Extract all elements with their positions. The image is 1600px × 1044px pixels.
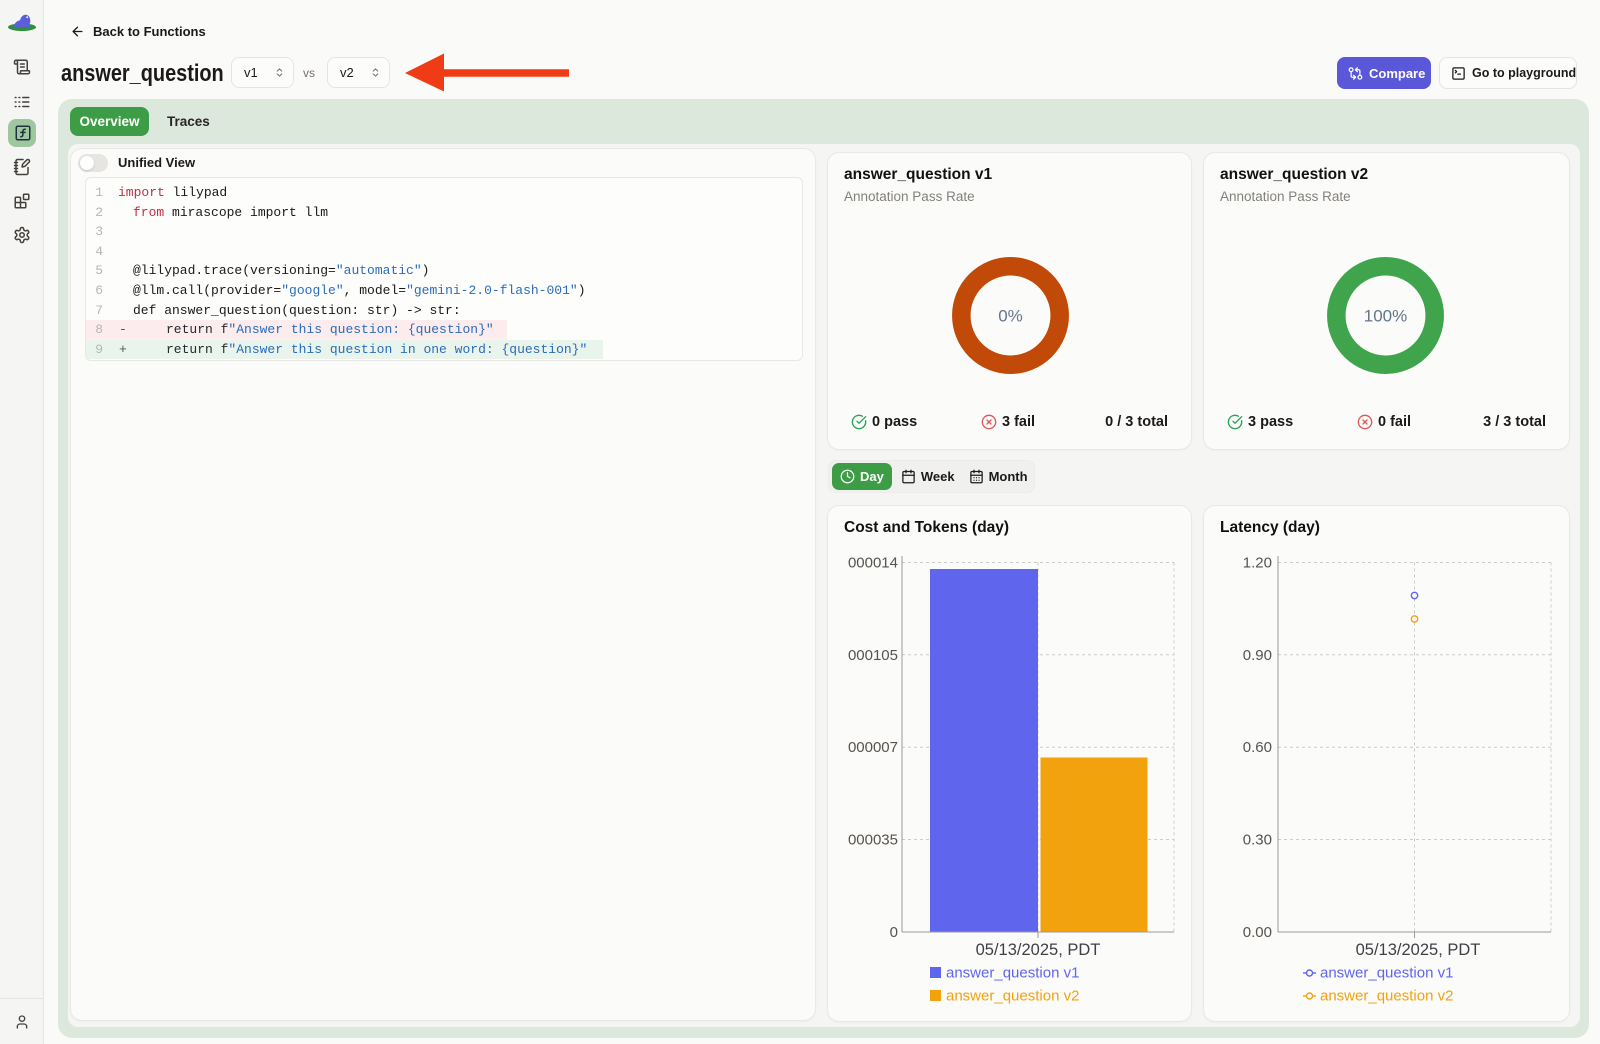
svg-text:answer_question v1: answer_question v1	[1320, 965, 1453, 982]
svg-text:000035: 000035	[848, 832, 898, 849]
svg-text:answer_question v2: answer_question v2	[946, 988, 1079, 1005]
svg-text:answer_question v2: answer_question v2	[1320, 988, 1453, 1005]
svg-text:0.90: 0.90	[1243, 647, 1272, 664]
svg-text:answer_question v1: answer_question v1	[946, 965, 1079, 982]
svg-text:100%: 100%	[1364, 307, 1407, 326]
svg-text:0: 0	[890, 924, 898, 941]
svg-text:0%: 0%	[998, 307, 1023, 326]
svg-text:05/13/2025, PDT: 05/13/2025, PDT	[976, 941, 1101, 959]
svg-text:000014: 000014	[848, 555, 898, 572]
svg-text:05/13/2025, PDT: 05/13/2025, PDT	[1356, 941, 1481, 959]
svg-text:0.30: 0.30	[1243, 832, 1272, 849]
svg-text:0.00: 0.00	[1243, 924, 1272, 941]
svg-text:000007: 000007	[848, 739, 898, 756]
svg-text:0.60: 0.60	[1243, 739, 1272, 756]
svg-text:1.20: 1.20	[1243, 555, 1272, 572]
svg-text:000105: 000105	[848, 647, 898, 664]
